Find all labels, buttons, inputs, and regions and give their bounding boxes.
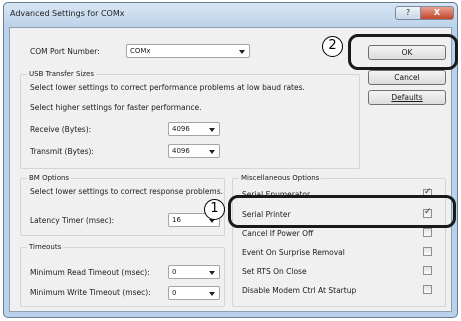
latency-label: Latency Timer (msec):	[30, 216, 115, 225]
write-timeout-label: Minimum Write Timeout (msec):	[30, 288, 151, 297]
write-timeout-select[interactable]: 0	[168, 286, 220, 300]
timeouts-title: Timeouts	[27, 243, 64, 251]
set-rts-on-close-checkbox[interactable]	[423, 266, 432, 275]
disable-modem-ctrl-checkbox[interactable]	[423, 285, 432, 294]
transmit-label: Transmit (Bytes):	[30, 147, 94, 156]
serial-printer-highlight-callout	[228, 195, 456, 228]
read-timeout-label: Minimum Read Timeout (msec):	[30, 268, 150, 277]
transmit-select[interactable]: 4096	[168, 144, 220, 158]
window-title: Advanced Settings for COMx	[10, 9, 125, 18]
cancel-button[interactable]: Cancel	[368, 70, 446, 85]
receive-select[interactable]: 4096	[168, 122, 220, 136]
usb-transfer-title: USB Transfer Sizes	[27, 70, 96, 78]
defaults-button[interactable]: Defaults	[368, 90, 446, 105]
title-bar: Advanced Settings for COMx ? X	[4, 3, 457, 27]
com-port-select[interactable]: COMx	[126, 44, 250, 58]
usb-desc-higher: Select higher settings for faster perfor…	[30, 103, 202, 112]
read-timeout-value: 0	[172, 268, 177, 276]
misc-item-event-surprise-removal: Event On Surprise Removal	[242, 248, 345, 257]
com-port-value: COMx	[130, 47, 151, 55]
misc-item-disable-modem-ctrl: Disable Modem Ctrl At Startup	[242, 286, 357, 295]
transmit-value: 4096	[172, 147, 190, 155]
ok-highlight-callout	[348, 34, 458, 70]
chevron-down-icon	[239, 50, 245, 54]
event-surprise-removal-checkbox[interactable]	[423, 247, 432, 256]
receive-value: 4096	[172, 125, 190, 133]
misc-item-set-rts-on-close: Set RTS On Close	[242, 267, 307, 276]
write-timeout-value: 0	[172, 289, 177, 297]
com-port-label: COM Port Number:	[30, 47, 100, 56]
callout-number-1: 1	[204, 199, 225, 220]
latency-value: 16	[172, 216, 181, 224]
callout-number-2: 2	[322, 36, 343, 57]
chevron-down-icon	[209, 292, 215, 296]
chevron-down-icon	[209, 150, 215, 154]
receive-label: Receive (Bytes):	[30, 125, 92, 134]
help-button[interactable]: ?	[395, 6, 421, 20]
chevron-down-icon	[209, 271, 215, 275]
misc-item-cancel-power-off: Cancel If Power Off	[242, 229, 314, 238]
close-button[interactable]: X	[420, 6, 454, 20]
usb-desc-lower: Select lower settings to correct perform…	[30, 83, 305, 92]
bm-options-title: BM Options	[27, 174, 72, 182]
bm-desc: Select lower settings to correct respons…	[30, 187, 224, 196]
read-timeout-select[interactable]: 0	[168, 265, 220, 279]
chevron-down-icon	[209, 128, 215, 132]
cancel-power-off-checkbox[interactable]	[423, 228, 432, 237]
misc-options-title: Miscellaneous Options	[239, 174, 322, 182]
